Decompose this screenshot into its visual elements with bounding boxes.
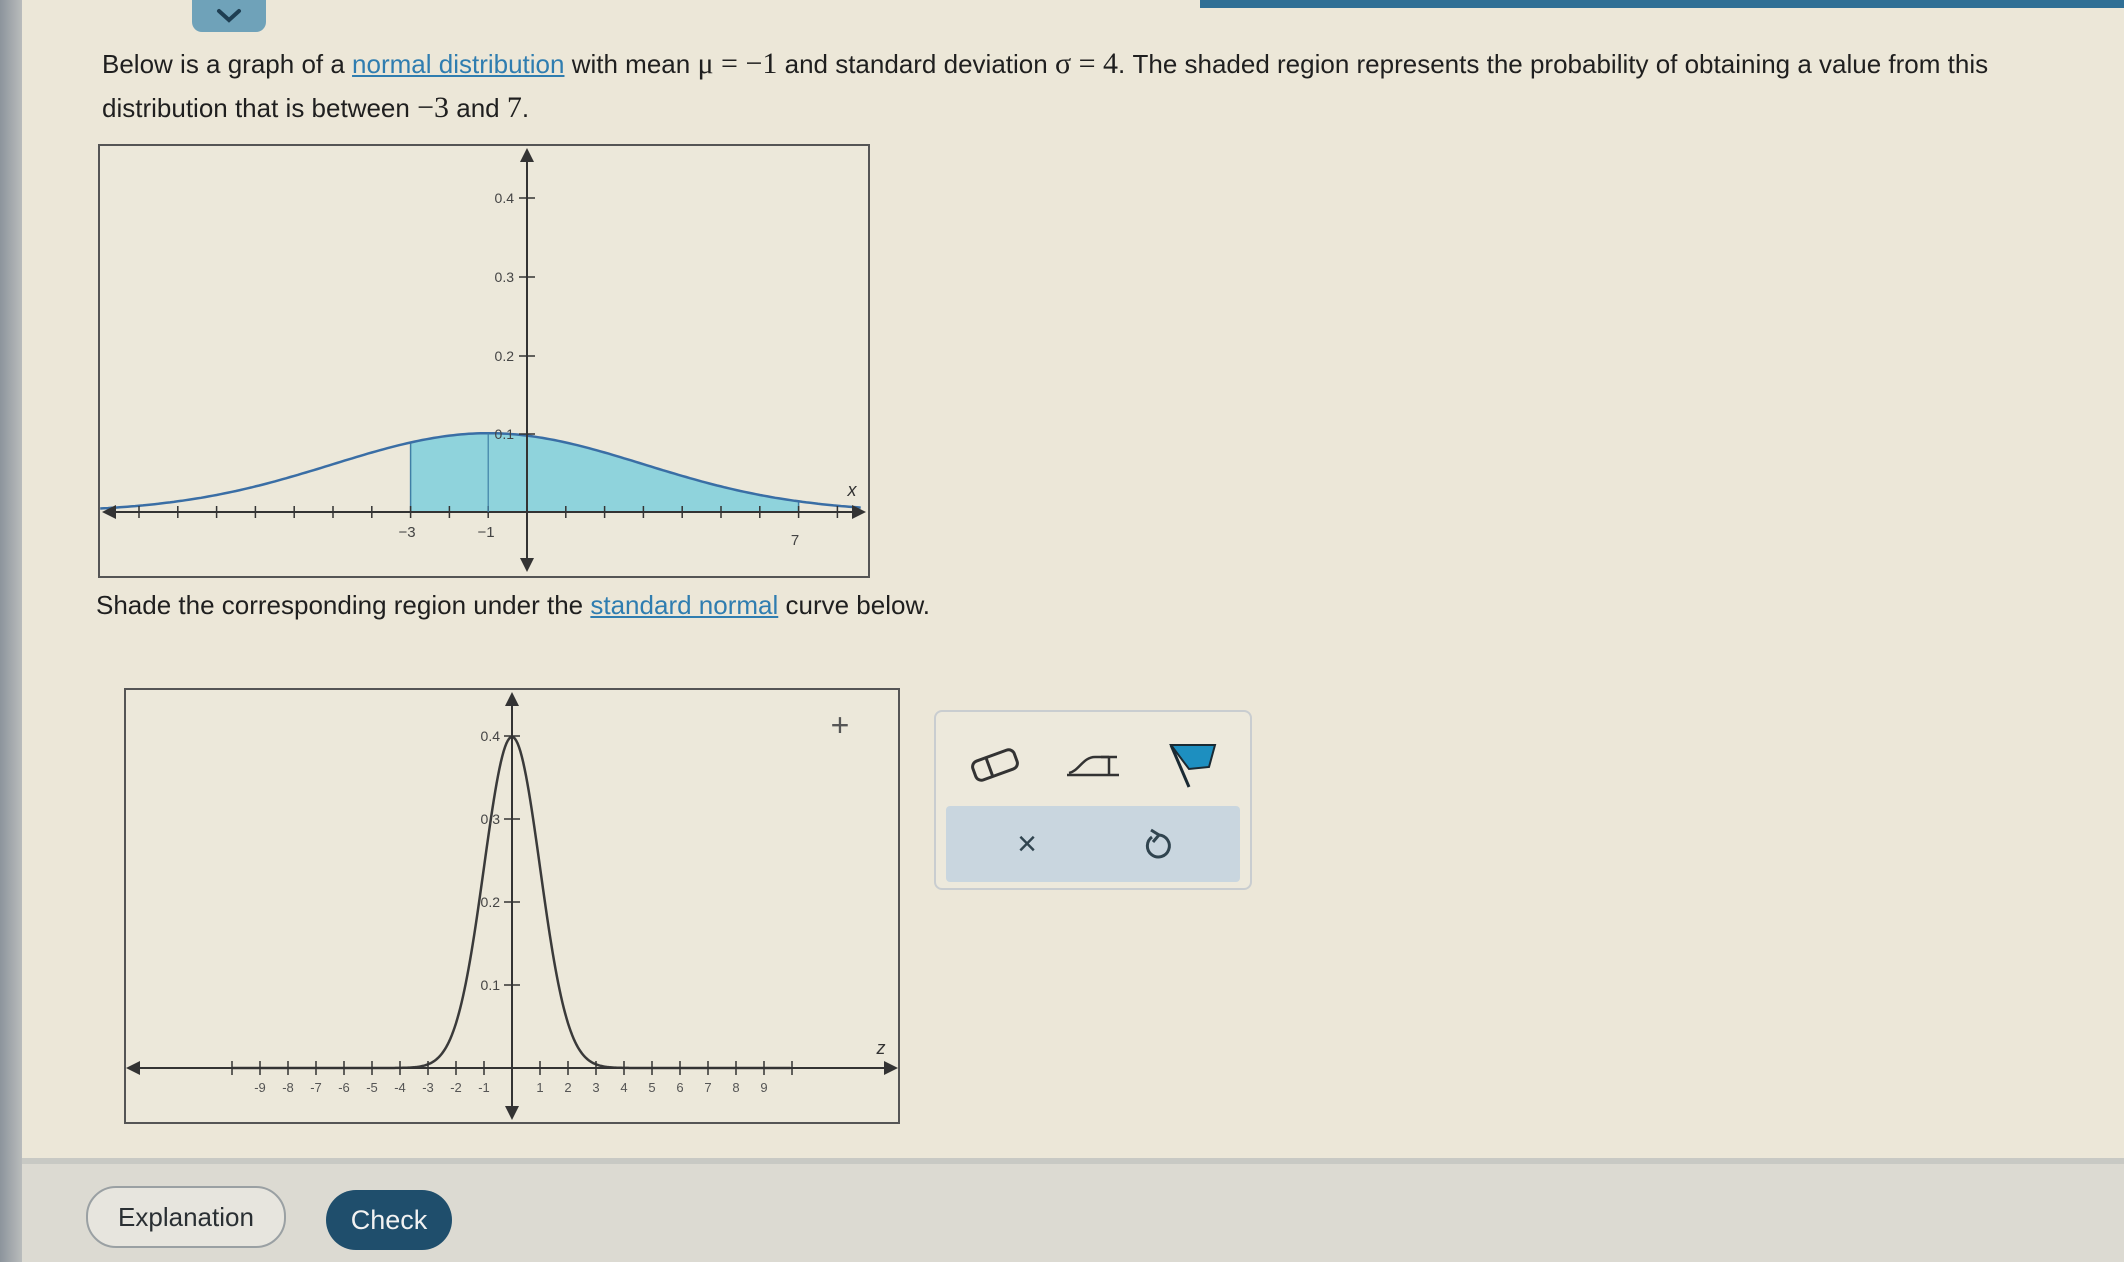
- z-axis-arrow-left: [126, 1061, 140, 1075]
- y-tick-label: 0.2: [495, 348, 515, 364]
- y-tick-label: 0.3: [495, 269, 515, 285]
- given-normal-graph: 0.4 0.3 0.2 0.1 −3 −1 7 x: [98, 144, 870, 578]
- flag-tool[interactable]: [1158, 730, 1228, 800]
- left-edge: [0, 0, 22, 1262]
- y-tick-label: 0.2: [481, 894, 501, 910]
- z-tick-label: 6: [676, 1080, 683, 1095]
- explanation-button[interactable]: Explanation: [86, 1186, 286, 1248]
- normal-distribution-link[interactable]: normal distribution: [352, 49, 564, 79]
- action-bar: ×: [946, 806, 1240, 882]
- instruction-after: curve below.: [785, 590, 931, 620]
- and-sd-text: and standard deviation: [784, 49, 1048, 79]
- x-label-lower: −3: [398, 524, 415, 541]
- z-tick-label: 8: [732, 1080, 739, 1095]
- y-axis-arrow-up: [505, 692, 519, 706]
- z-tick-label: -7: [310, 1080, 322, 1095]
- y-tick-label: 0.4: [495, 190, 515, 206]
- z-axis-label: z: [876, 1038, 886, 1058]
- z-tick-label: 2: [564, 1080, 571, 1095]
- collapse-toggle[interactable]: [192, 0, 266, 32]
- x-label-upper: 7: [791, 532, 799, 549]
- and-word: and: [456, 93, 500, 123]
- top-accent-bar: [1200, 0, 2124, 8]
- flag-icon: [1169, 744, 1217, 788]
- lower-bound: −3: [417, 91, 450, 124]
- y-axis-arrow-down: [505, 1106, 519, 1120]
- z-tick-label: 1: [536, 1080, 543, 1095]
- clear-button[interactable]: ×: [982, 812, 1072, 876]
- eraser-tool[interactable]: [960, 730, 1030, 800]
- z-tick-label: 5: [648, 1080, 655, 1095]
- question-text: Below is a graph of a normal distributio…: [102, 42, 2112, 130]
- question-end: .: [521, 93, 530, 123]
- standard-normal-graph[interactable]: 0.4 0.3 0.2 0.1 -9 -8 -7 -6 -5 -4 -3 -2 -1 1 2 3 4 5 6…: [124, 688, 900, 1124]
- y-tick-label: 0.3: [481, 811, 501, 827]
- question-intro: Below is a graph of a: [102, 49, 345, 79]
- sd-value: σ = 4: [1054, 47, 1119, 80]
- z-tick-label: 3: [592, 1080, 599, 1095]
- z-tick-label: -4: [394, 1080, 406, 1095]
- chevron-down-icon: [217, 9, 241, 23]
- z-tick-label: -5: [366, 1080, 378, 1095]
- z-tick-label: -6: [338, 1080, 350, 1095]
- z-tick-label: -1: [478, 1080, 490, 1095]
- eraser-icon: [971, 748, 1019, 782]
- x-label-mean: −1: [477, 524, 494, 541]
- area-tool[interactable]: [1058, 730, 1128, 800]
- z-tick-label: -3: [422, 1080, 434, 1095]
- shaded-region: [409, 432, 800, 513]
- z-tick-label: 4: [620, 1080, 627, 1095]
- undo-button[interactable]: [1114, 812, 1204, 876]
- z-axis-arrow-right: [884, 1061, 898, 1075]
- instruction-text: Shade the corresponding region under the…: [96, 590, 930, 621]
- crosshair-cursor: +: [831, 707, 850, 743]
- undo-icon: [1145, 828, 1171, 859]
- check-button[interactable]: Check: [326, 1190, 452, 1250]
- y-tick-label: 0.1: [495, 426, 515, 442]
- z-tick-label: 9: [760, 1080, 767, 1095]
- graph-tool-palette: ×: [934, 710, 1252, 890]
- z-tick-label: -9: [254, 1080, 266, 1095]
- instruction-before: Shade the corresponding region under the: [96, 590, 584, 620]
- y-axis-arrow-down: [520, 558, 534, 572]
- z-tick-label: -2: [450, 1080, 462, 1095]
- x-axis-label: x: [847, 480, 858, 500]
- with-mean-text: with mean: [571, 49, 691, 79]
- z-tick-label: -8: [282, 1080, 294, 1095]
- z-tick-label: 7: [704, 1080, 711, 1095]
- area-under-curve-icon: [1067, 755, 1119, 777]
- standard-normal-link[interactable]: standard normal: [590, 590, 778, 620]
- y-tick-label: 0.4: [481, 728, 501, 744]
- upper-bound: 7: [506, 91, 522, 124]
- mean-value: μ = −1: [697, 47, 778, 80]
- y-tick-label: 0.1: [481, 977, 501, 993]
- y-axis-arrow-up: [520, 148, 534, 162]
